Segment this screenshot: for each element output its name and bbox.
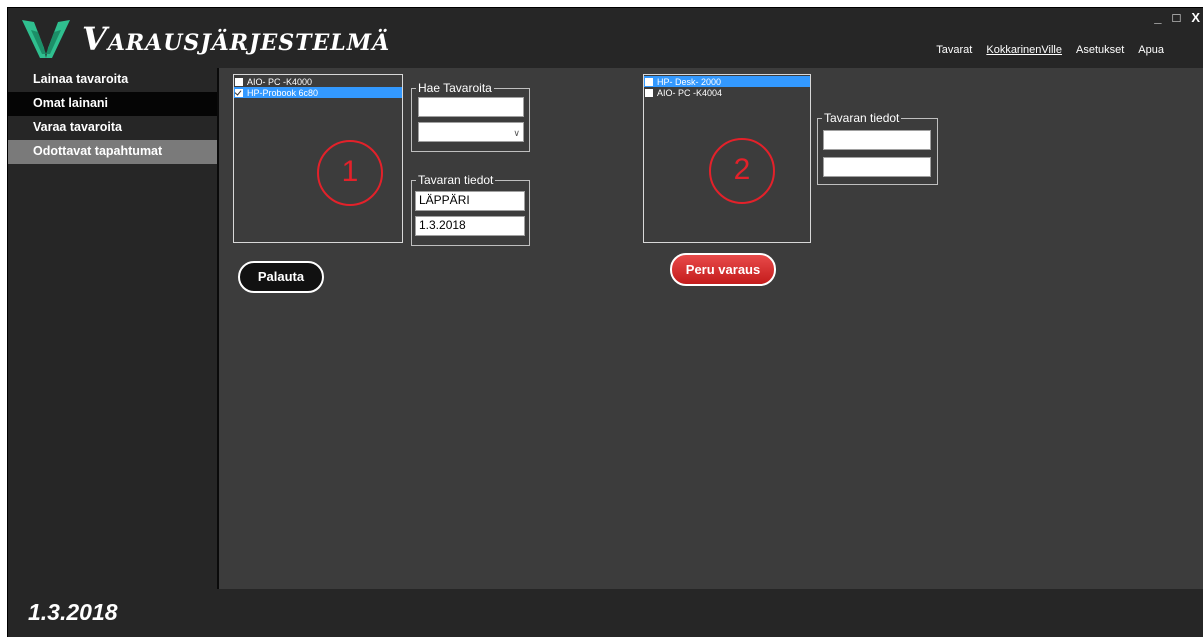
list-item[interactable]: AIO- PC -K4000 bbox=[234, 76, 402, 87]
list-item-label: AIO- PC -K4004 bbox=[657, 87, 723, 98]
search-group-label: Hae Tavaroita bbox=[416, 81, 494, 95]
app-title: Varausjärjestelmä bbox=[82, 20, 391, 58]
nav-user-link[interactable]: KokkarinenVille bbox=[986, 44, 1062, 56]
current-date: 1.3.2018 bbox=[28, 599, 118, 625]
reservation-date-field[interactable] bbox=[823, 157, 931, 177]
nav-apua[interactable]: Apua bbox=[1138, 44, 1164, 56]
nav-tavarat[interactable]: Tavarat bbox=[936, 44, 972, 56]
item-checkbox[interactable] bbox=[645, 88, 653, 97]
search-input[interactable] bbox=[418, 97, 524, 117]
item-checkbox[interactable] bbox=[645, 77, 653, 86]
item-details-groupbox: Tavaran tiedot LÄPPÄRI 1.3.2018 bbox=[411, 173, 530, 246]
list-item-label: AIO- PC -K4000 bbox=[247, 76, 313, 87]
reservation-details-groupbox: Tavaran tiedot bbox=[817, 111, 938, 185]
minimize-button[interactable]: _ bbox=[1154, 10, 1161, 25]
nav-asetukset[interactable]: Asetukset bbox=[1076, 44, 1124, 56]
sidebar-item-omat-lainani[interactable]: Omat lainani bbox=[8, 92, 217, 116]
close-button[interactable]: X bbox=[1191, 10, 1200, 25]
list-item-selected[interactable]: HP-Probook 6c80 bbox=[234, 87, 402, 98]
item-checkbox-checked[interactable] bbox=[235, 88, 243, 97]
title-bar: Varausjärjestelmä Tavarat KokkarinenVill… bbox=[8, 8, 1203, 68]
window-controls: _ □ X bbox=[1154, 10, 1200, 25]
sidebar: Lainaa tavaroita Omat lainani Varaa tava… bbox=[8, 68, 219, 589]
sidebar-item-odottavat[interactable]: Odottavat tapahtumat bbox=[8, 140, 217, 164]
annotation-circle-1: 1 bbox=[317, 140, 383, 206]
item-checkbox[interactable] bbox=[235, 77, 243, 86]
chevron-down-icon[interactable]: ∨ bbox=[513, 125, 520, 141]
top-navigation: Tavarat KokkarinenVille Asetukset Apua bbox=[936, 44, 1164, 56]
category-combobox[interactable]: ∨ bbox=[418, 122, 524, 142]
sidebar-item-lainaa[interactable]: Lainaa tavaroita bbox=[8, 68, 217, 92]
details-group-label: Tavaran tiedot bbox=[822, 111, 902, 125]
return-button[interactable]: Palauta bbox=[238, 261, 324, 293]
list-item[interactable]: AIO- PC -K4004 bbox=[644, 87, 810, 98]
list-item-selected[interactable]: HP- Desk- 2000 bbox=[644, 76, 810, 87]
list-item-label: HP- Desk- 2000 bbox=[657, 76, 722, 87]
cancel-reservation-button[interactable]: Peru varaus bbox=[670, 253, 776, 286]
annotation-circle-2: 2 bbox=[709, 138, 775, 204]
list-item-label: HP-Probook 6c80 bbox=[247, 87, 319, 98]
item-type-field[interactable]: LÄPPÄRI bbox=[415, 191, 525, 211]
search-groupbox: Hae Tavaroita ∨ bbox=[411, 81, 530, 152]
maximize-button[interactable]: □ bbox=[1172, 10, 1180, 25]
app-logo-icon bbox=[22, 20, 70, 58]
details-group-label: Tavaran tiedot bbox=[416, 173, 496, 187]
app-window: Varausjärjestelmä Tavarat KokkarinenVill… bbox=[7, 7, 1203, 637]
item-date-field[interactable]: 1.3.2018 bbox=[415, 216, 525, 236]
status-footer: 1.3.2018 bbox=[8, 589, 1203, 637]
reservation-type-field[interactable] bbox=[823, 130, 931, 150]
sidebar-item-varaa[interactable]: Varaa tavaroita bbox=[8, 116, 217, 140]
